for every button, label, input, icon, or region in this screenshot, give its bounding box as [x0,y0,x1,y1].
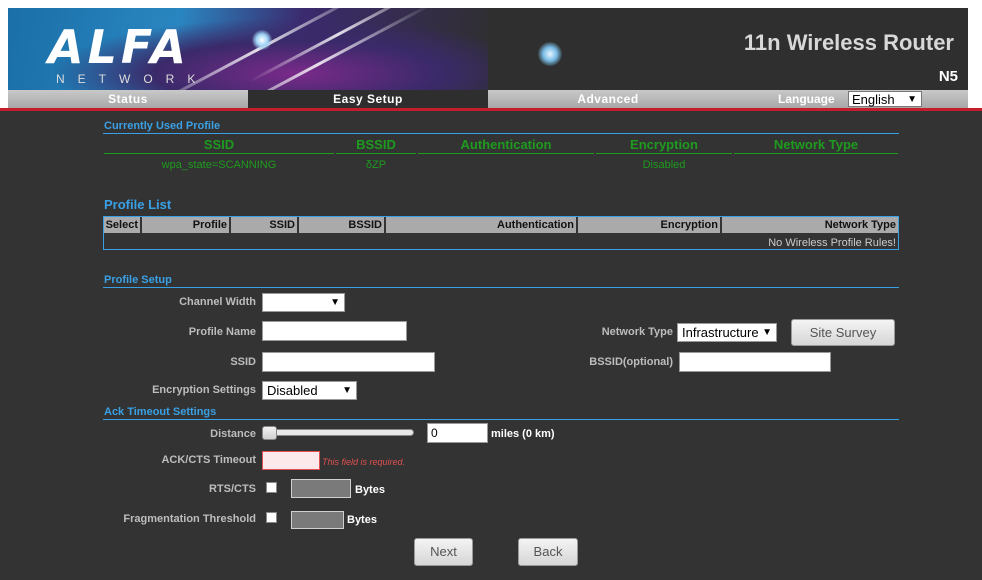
tab-advanced[interactable]: Advanced [488,90,728,108]
profile-setup-title: Profile Setup [104,274,172,286]
profile-col-network-type: Network Type [824,219,896,231]
profile-col-authentication: Authentication [386,217,578,233]
column-underline [104,153,334,154]
current-profile-title: Currently Used Profile [104,120,221,132]
page-header: ALFA NETWORK 11n Wireless Router N5 Stat… [0,0,982,110]
language-area: Language English ▼ [728,90,968,108]
current-col-encryption: Encryption [630,137,698,152]
ack-cts-timeout-input[interactable] [262,451,320,470]
bssid-label: BSSID(optional) [589,356,673,368]
current-col-network-type: Network Type [773,137,859,152]
profile-col-encryption: Encryption [578,217,722,233]
light-orb-icon [252,30,272,50]
model-name: N5 [938,68,958,85]
fragmentation-checkbox[interactable] [266,512,277,523]
column-underline [418,153,594,154]
profile-list-header: Select Profile SSID BSSID Authentication… [104,217,898,233]
distance-unit: miles (0 km) [491,428,555,440]
language-label: Language [778,92,835,106]
ack-cts-timeout-label: ACK/CTS Timeout [161,454,256,466]
main-nav: Status Easy Setup Advanced Language Engl… [8,90,968,108]
section-divider [103,419,899,420]
distance-slider[interactable] [262,426,414,440]
network-type-label: Network Type [601,326,673,338]
rts-cts-checkbox[interactable] [266,482,277,493]
next-button[interactable]: Next [414,538,473,566]
fragmentation-unit: Bytes [347,514,377,526]
profile-col-ssid: SSID [231,217,299,233]
language-select-value: English [852,92,895,107]
fragmentation-input[interactable] [291,511,344,529]
distance-input[interactable]: 0 [427,423,488,443]
rts-cts-unit: Bytes [355,484,385,496]
chevron-down-icon: ▼ [330,297,340,308]
encryption-settings-select[interactable]: Disabled ▼ [262,381,357,400]
column-underline [596,153,732,154]
distance-slider-track [262,429,414,436]
tab-easy-setup[interactable]: Easy Setup [248,90,488,108]
fragmentation-threshold-label: Fragmentation Threshold [123,513,256,525]
header-divider [0,108,982,111]
product-title: 11n Wireless Router [743,30,954,55]
rts-cts-label: RTS/CTS [208,483,256,495]
profile-col-bssid: BSSID [299,217,386,233]
current-col-authentication: Authentication [460,137,552,152]
light-orb-icon [538,42,562,66]
column-underline [336,153,416,154]
channel-width-select[interactable]: ▼ [262,293,345,312]
profile-list-empty-message: No Wireless Profile Rules! [768,237,896,249]
ack-cts-error-message: This field is required. [322,457,406,467]
site-survey-button[interactable]: Site Survey [791,319,895,346]
section-divider [103,287,899,288]
current-col-bssid: BSSID [356,137,396,152]
language-select[interactable]: English ▼ [848,91,922,107]
distance-slider-handle[interactable] [262,426,277,440]
brand-logo: ALFA [48,20,191,74]
network-type-value: Infrastructure [682,325,759,340]
profile-col-profile: Profile [142,217,231,233]
bssid-input[interactable] [679,352,831,372]
tab-status[interactable]: Status [8,90,248,108]
encryption-settings-label: Encryption Settings [152,384,256,396]
column-underline [734,153,898,154]
current-encryption-value: Disabled [642,159,686,171]
profile-list-table: Select Profile SSID BSSID Authentication… [103,216,899,250]
current-col-ssid: SSID [203,137,235,152]
profile-name-input[interactable] [262,321,407,341]
chevron-down-icon: ▼ [762,327,772,338]
ack-timeout-title: Ack Timeout Settings [104,406,217,418]
current-bssid-value: δZP [365,159,387,171]
chevron-down-icon: ▼ [907,94,917,105]
ssid-input[interactable] [262,352,435,372]
profile-col-select: Select [104,217,142,233]
encryption-settings-value: Disabled [267,383,318,398]
distance-label: Distance [210,428,256,440]
chevron-down-icon: ▼ [342,385,352,396]
profile-list-title: Profile List [104,197,172,212]
back-button[interactable]: Back [518,538,578,566]
current-ssid-value: wpa_state=SCANNING [161,159,277,171]
section-divider [103,133,899,134]
network-type-select[interactable]: Infrastructure ▼ [677,323,777,342]
channel-width-label: Channel Width [179,296,256,308]
rts-cts-input[interactable] [291,479,351,498]
header-banner: ALFA NETWORK 11n Wireless Router N5 [8,8,968,90]
profile-name-label: Profile Name [188,326,256,338]
brand-logo-subtext: NETWORK [56,72,209,86]
ssid-label: SSID [230,356,256,368]
